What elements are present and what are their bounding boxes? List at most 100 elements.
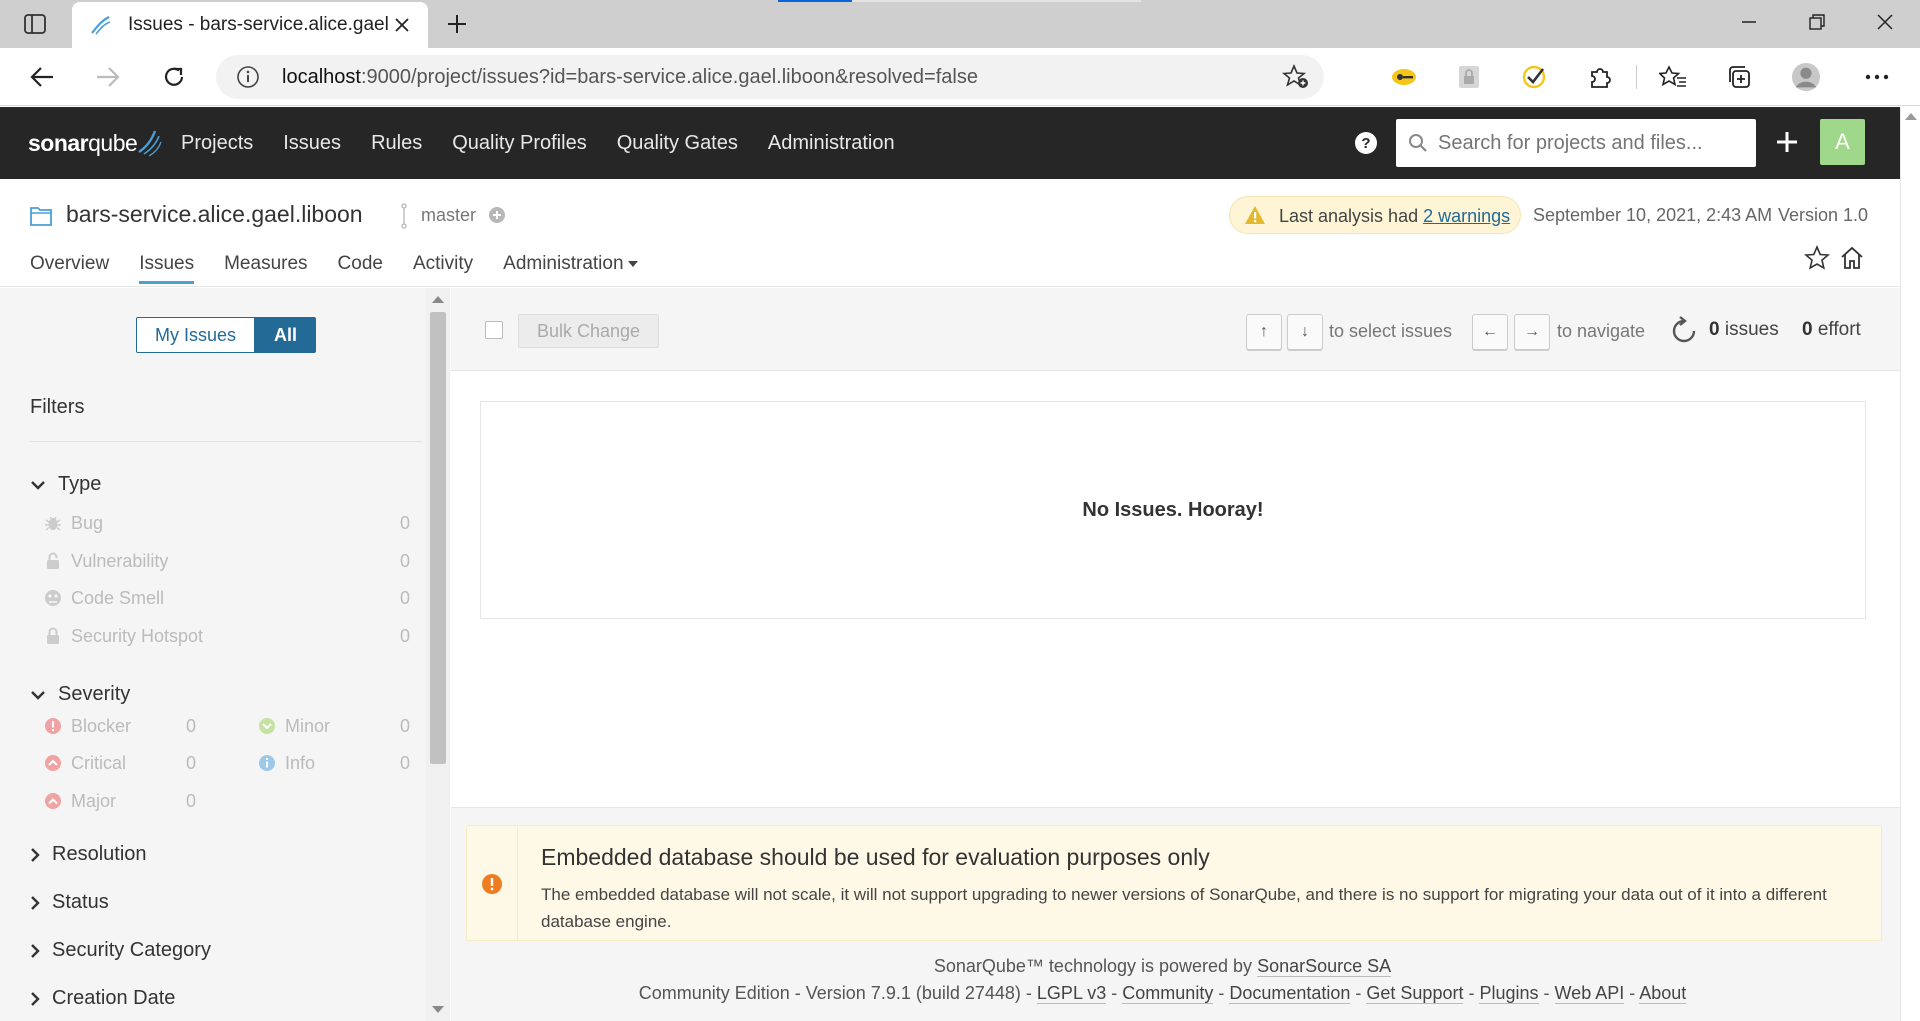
- minimize-icon[interactable]: [1734, 9, 1764, 35]
- more-menu-icon[interactable]: [1862, 62, 1892, 92]
- sonarsource-link[interactable]: SonarSource SA: [1257, 956, 1392, 977]
- new-tab-icon[interactable]: [442, 9, 472, 39]
- all-issues-button[interactable]: All: [255, 317, 317, 353]
- close-window-icon[interactable]: [1870, 9, 1900, 35]
- nav-quality-gates[interactable]: Quality Gates: [617, 132, 738, 155]
- help-icon[interactable]: ?: [1354, 131, 1378, 155]
- facet-type-vulnerability[interactable]: Vulnerability 0: [44, 548, 410, 574]
- facet-severity-minor[interactable]: Minor 0: [258, 713, 410, 739]
- divider: [30, 441, 422, 442]
- about-link[interactable]: About: [1639, 983, 1687, 1004]
- profile-avatar-icon[interactable]: [1791, 62, 1821, 92]
- facet-type-bug[interactable]: Bug 0: [44, 510, 410, 536]
- facet-creation-date-header[interactable]: Creation Date: [30, 987, 175, 1010]
- home-icon[interactable]: [1839, 245, 1865, 271]
- chevron-down-icon: [31, 690, 45, 700]
- page-scrollbar[interactable]: [1900, 107, 1920, 1021]
- version-info: Version 7.9.1 (build 27448): [805, 983, 1021, 1003]
- documentation-link[interactable]: Documentation: [1229, 983, 1351, 1004]
- project-name[interactable]: bars-service.alice.gael.liboon: [66, 201, 363, 228]
- create-plus-icon[interactable]: [1772, 127, 1802, 157]
- facet-severity-major[interactable]: Major 0: [44, 788, 196, 814]
- bug-icon: [44, 514, 62, 532]
- plugins-link[interactable]: Plugins: [1479, 983, 1539, 1004]
- facet-severity-title: Severity: [58, 683, 131, 705]
- nav-issues[interactable]: Issues: [283, 132, 341, 155]
- favorites-icon[interactable]: [1658, 62, 1688, 92]
- chevron-right-icon: [31, 895, 40, 910]
- page-scroll-up-icon[interactable]: [1905, 113, 1917, 120]
- tab-activity[interactable]: Activity: [413, 253, 473, 284]
- search-input[interactable]: [1438, 129, 1738, 157]
- site-info-icon[interactable]: [236, 65, 260, 89]
- sidebar-scrollbar[interactable]: [426, 288, 450, 1021]
- tab-actions-icon[interactable]: [20, 11, 50, 37]
- collections-icon[interactable]: [1724, 62, 1754, 92]
- scroll-up-icon[interactable]: [432, 296, 444, 303]
- minor-icon: [258, 717, 276, 735]
- scrollbar-thumb[interactable]: [430, 312, 446, 764]
- facet-severity-critical[interactable]: Critical 0: [44, 750, 196, 776]
- facet-type-header[interactable]: Type: [30, 473, 101, 496]
- facet-status-header[interactable]: Status: [30, 891, 109, 914]
- user-avatar[interactable]: A: [1820, 119, 1865, 165]
- community-link[interactable]: Community: [1122, 983, 1214, 1004]
- extension-lock-icon[interactable]: [1454, 62, 1484, 92]
- back-icon[interactable]: [26, 61, 58, 93]
- bulk-change-button[interactable]: Bulk Change: [518, 314, 659, 348]
- url-field[interactable]: localhost:9000/project/issues?id=bars-se…: [216, 55, 1324, 99]
- extension-check-icon[interactable]: [1519, 62, 1549, 92]
- analysis-warning-badge: Last analysis had 2 warnings: [1229, 196, 1521, 234]
- no-issues-message: No Issues. Hooray!: [480, 401, 1866, 619]
- sonarqube-logo[interactable]: sonarqube: [28, 123, 163, 163]
- branch-help-plus-icon[interactable]: [488, 206, 506, 224]
- tab-administration[interactable]: Administration: [503, 253, 638, 284]
- forward-icon[interactable]: [92, 61, 124, 93]
- favorite-star-icon[interactable]: [1804, 245, 1830, 271]
- sonarqube-favicon-icon: [86, 10, 116, 40]
- select-all-checkbox[interactable]: [485, 321, 503, 339]
- facet-type-title: Type: [58, 473, 102, 495]
- nav-administration[interactable]: Administration: [768, 132, 895, 155]
- web-api-link[interactable]: Web API: [1554, 983, 1625, 1004]
- nav-projects[interactable]: Projects: [181, 132, 253, 155]
- nav-rules[interactable]: Rules: [371, 132, 422, 155]
- issues-list-area: No Issues. Hooray!: [451, 372, 1900, 807]
- blocker-icon: [44, 717, 62, 735]
- search-icon: [1408, 133, 1428, 153]
- restore-icon[interactable]: [1802, 9, 1832, 35]
- warnings-link[interactable]: 2 warnings: [1423, 206, 1510, 226]
- project-folder-icon: [30, 205, 52, 227]
- my-issues-button[interactable]: My Issues: [136, 317, 256, 353]
- refresh-icon[interactable]: [158, 61, 190, 93]
- caret-down-icon: [627, 260, 638, 267]
- tab-issues[interactable]: Issues: [139, 253, 195, 284]
- global-search-box[interactable]: [1396, 119, 1756, 167]
- tab-measures[interactable]: Measures: [224, 253, 307, 284]
- tab-code[interactable]: Code: [338, 253, 383, 284]
- extension-key-icon[interactable]: [1389, 62, 1419, 92]
- facet-type-security-hotspot[interactable]: Security Hotspot 0: [44, 623, 410, 649]
- facet-severity-blocker[interactable]: Blocker 0: [44, 713, 196, 739]
- nav-quality-profiles[interactable]: Quality Profiles: [452, 132, 587, 155]
- facet-type-code-smell[interactable]: Code Smell 0: [44, 585, 410, 611]
- branch-name[interactable]: master: [421, 205, 476, 226]
- facet-severity-header[interactable]: Severity: [30, 683, 130, 706]
- facet-resolution-header[interactable]: Resolution: [30, 843, 147, 866]
- scroll-down-icon[interactable]: [432, 1006, 444, 1013]
- browser-tab-active[interactable]: Issues - bars-service.alice.gael.liboon: [72, 2, 428, 48]
- add-favorite-icon[interactable]: [1282, 64, 1310, 90]
- license-link[interactable]: LGPL v3: [1036, 983, 1107, 1004]
- sonar-waves-icon: [138, 130, 162, 157]
- close-tab-icon[interactable]: [390, 13, 414, 37]
- project-nav-tabs: Overview Issues Measures Code Activity A…: [30, 253, 668, 284]
- facet-severity-info[interactable]: Info 0: [258, 750, 410, 776]
- code-smell-icon: [44, 589, 62, 607]
- reload-icon[interactable]: [1669, 316, 1699, 346]
- facet-security-category-header[interactable]: Security Category: [30, 939, 211, 962]
- tab-overview[interactable]: Overview: [30, 253, 109, 284]
- critical-icon: [44, 754, 62, 772]
- extensions-puzzle-icon[interactable]: [1585, 62, 1615, 92]
- filters-title: Filters: [30, 396, 85, 418]
- get-support-link[interactable]: Get Support: [1366, 983, 1464, 1004]
